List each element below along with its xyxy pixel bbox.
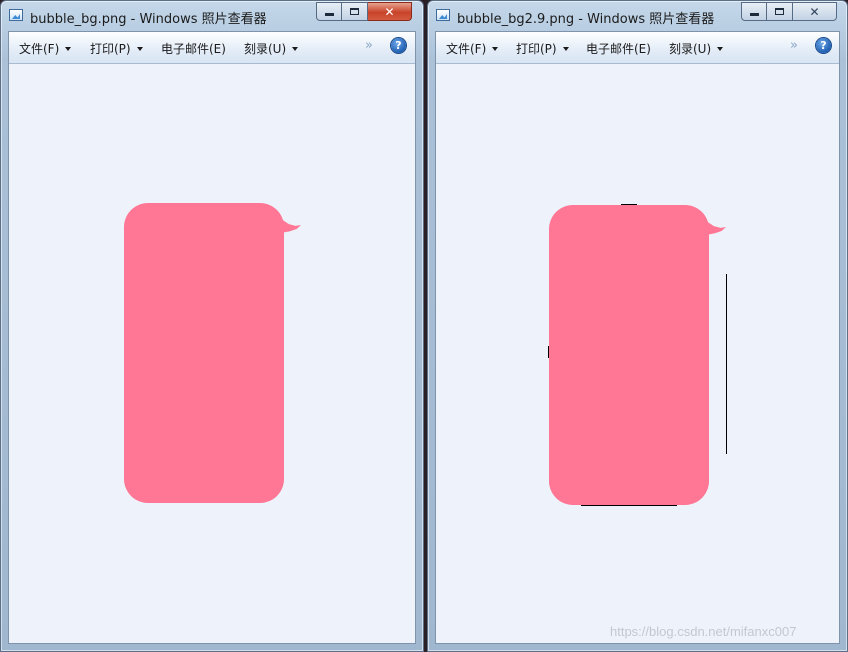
maximize-icon [350, 8, 359, 15]
menu-file[interactable]: 文件(F) [19, 40, 72, 57]
photo-viewer-app-icon [9, 9, 23, 21]
chevron-down-icon [136, 46, 143, 51]
chevron-down-icon [65, 46, 72, 51]
title-bar[interactable]: bubble_bg.png - Windows 照片查看器 ✕ [1, 1, 423, 31]
ninepatch-left-marker [548, 346, 549, 358]
close-icon: ✕ [384, 4, 395, 19]
ninepatch-bottom-marker [581, 505, 677, 506]
close-icon: ✕ [809, 4, 820, 19]
chevron-down-icon [492, 46, 499, 51]
overflow-chevron-icon[interactable]: » [790, 38, 798, 53]
menu-print[interactable]: 打印(P) [516, 40, 569, 57]
menu-burn[interactable]: 刻录(U) [244, 40, 299, 57]
chevron-down-icon [717, 46, 724, 51]
bubble-image [124, 203, 284, 503]
menu-burn[interactable]: 刻录(U) [669, 40, 724, 57]
menu-bar: 文件(F) 打印(P) 电子邮件(E) 刻录(U) » ? [436, 32, 839, 64]
window-title: bubble_bg.png - Windows 照片查看器 [30, 12, 267, 27]
chevron-down-icon [562, 46, 569, 51]
close-button[interactable]: ✕ [793, 2, 837, 21]
minimize-icon [324, 12, 334, 16]
photo-viewer-window-left: bubble_bg.png - Windows 照片查看器 ✕ 文件(F) 打印… [0, 0, 424, 652]
viewer-frame: 文件(F) 打印(P) 电子邮件(E) 刻录(U) » ? [8, 31, 416, 644]
watermark: https://blog.csdn.net/mifanxc007 [610, 624, 797, 639]
viewer-frame: 文件(F) 打印(P) 电子邮件(E) 刻录(U) » ? [435, 31, 840, 644]
help-icon[interactable]: ? [816, 38, 831, 53]
help-icon[interactable]: ? [391, 38, 406, 53]
overflow-chevron-icon[interactable]: » [365, 38, 373, 53]
menu-file[interactable]: 文件(F) [446, 40, 499, 57]
minimize-button[interactable] [741, 2, 767, 21]
minimize-button[interactable] [316, 2, 342, 21]
close-button[interactable]: ✕ [368, 2, 412, 21]
image-canvas [9, 64, 415, 643]
window-title: bubble_bg2.9.png - Windows 照片查看器 [457, 12, 715, 27]
photo-viewer-app-icon [436, 9, 450, 21]
maximize-button[interactable] [767, 2, 793, 21]
menu-email[interactable]: 电子邮件(E) [586, 40, 651, 57]
image-canvas [436, 64, 839, 643]
maximize-icon [775, 8, 784, 15]
maximize-button[interactable] [342, 2, 368, 21]
ninepatch-right-marker [726, 274, 727, 454]
title-bar[interactable]: bubble_bg2.9.png - Windows 照片查看器 ✕ [428, 1, 847, 31]
caption-buttons: ✕ [316, 2, 412, 21]
photo-viewer-window-right: bubble_bg2.9.png - Windows 照片查看器 ✕ 文件(F)… [427, 0, 848, 652]
bubble-image [549, 205, 709, 505]
ninepatch-top-marker [621, 204, 637, 205]
caption-buttons: ✕ [741, 2, 837, 21]
chevron-down-icon [292, 46, 299, 51]
menu-print[interactable]: 打印(P) [90, 40, 143, 57]
minimize-icon [749, 12, 759, 16]
menu-email[interactable]: 电子邮件(E) [161, 40, 226, 57]
menu-bar: 文件(F) 打印(P) 电子邮件(E) 刻录(U) » ? [9, 32, 415, 64]
